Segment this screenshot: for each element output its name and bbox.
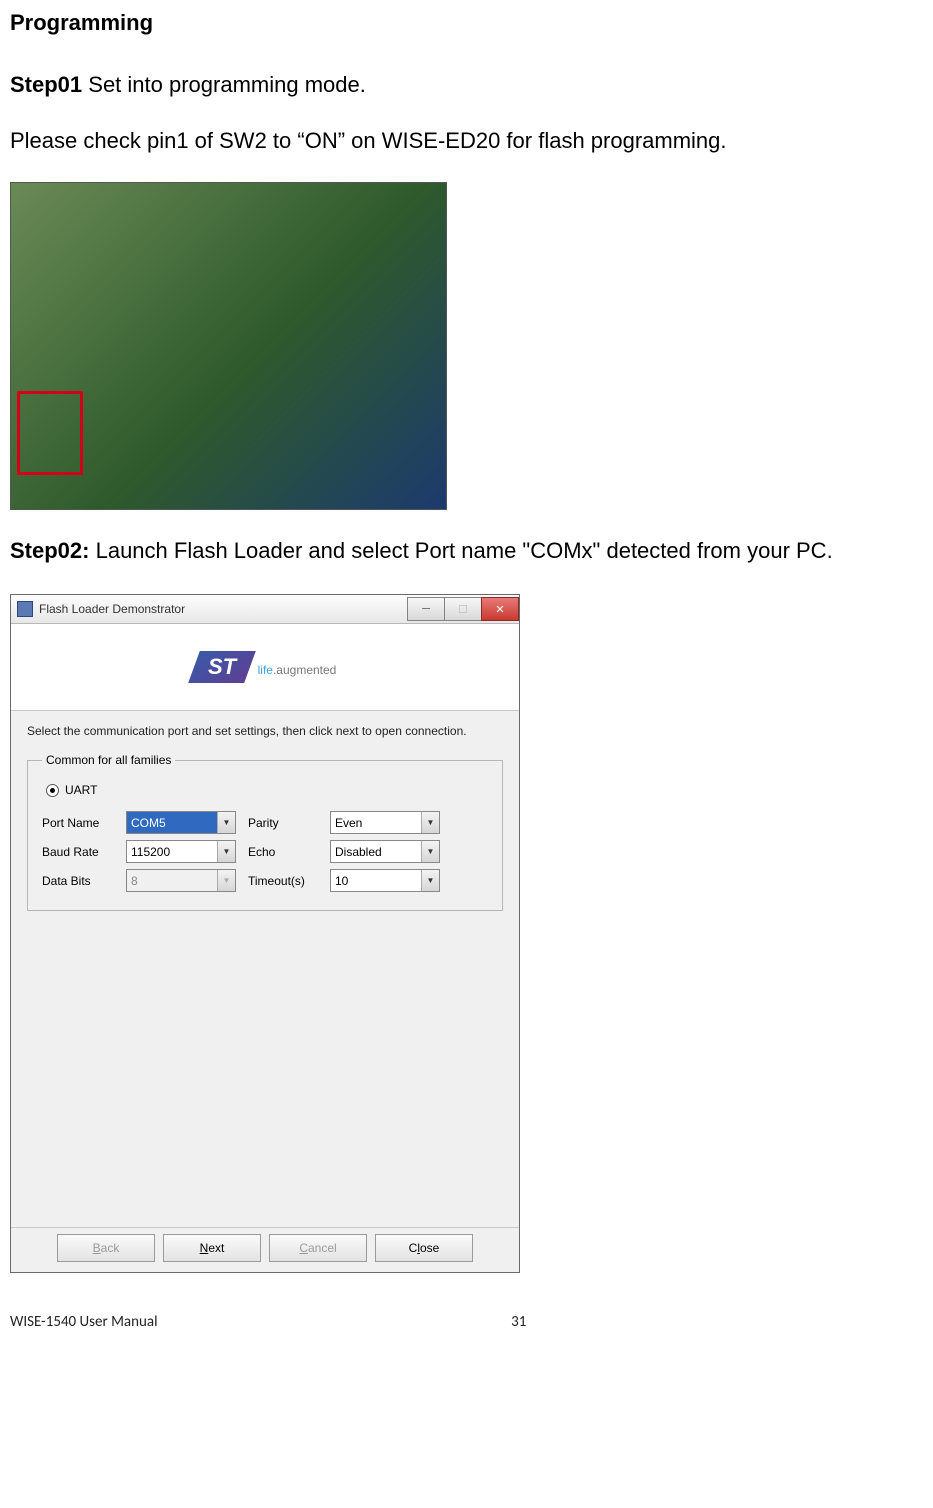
chevron-down-icon: ▼	[217, 841, 235, 862]
chevron-down-icon: ▼	[421, 870, 439, 891]
step01-label: Step01	[10, 72, 82, 97]
label-data-bits: Data Bits	[42, 874, 114, 888]
st-tagline: life.augmented	[258, 663, 337, 677]
next-button[interactable]: Next	[163, 1234, 261, 1262]
chevron-down-icon: ▼	[217, 870, 235, 891]
close-window-button[interactable]: ✕	[481, 597, 519, 621]
label-baud-rate: Baud Rate	[42, 845, 114, 859]
step01-text: Set into programming mode.	[82, 72, 366, 97]
window-title: Flash Loader Demonstrator	[39, 602, 408, 616]
step02-line: Step02: Launch Flash Loader and select P…	[10, 538, 923, 564]
footer-page-number: 31	[511, 1313, 526, 1331]
baud-rate-select[interactable]: 115200 ▼	[126, 840, 236, 863]
section-heading: Programming	[10, 10, 923, 36]
step02-label: Step02:	[10, 538, 89, 563]
data-bits-select: 8 ▼	[126, 869, 236, 892]
board-photo	[10, 182, 447, 510]
titlebar: Flash Loader Demonstrator ─ ☐ ✕	[11, 595, 519, 624]
close-button[interactable]: Close	[375, 1234, 473, 1262]
app-icon	[17, 601, 33, 617]
maximize-button: ☐	[444, 597, 482, 621]
radio-dot-icon	[46, 784, 59, 797]
fieldset-legend: Common for all families	[42, 753, 175, 767]
logo-area: ST life.augmented	[11, 624, 519, 711]
page-footer: WISE-1540 User Manual 31	[10, 1313, 880, 1331]
button-bar: Back Next Cancel Close	[11, 1227, 519, 1272]
label-port-name: Port Name	[42, 816, 114, 830]
echo-select[interactable]: Disabled ▼	[330, 840, 440, 863]
step01-line: Step01 Set into programming mode.	[10, 72, 923, 98]
parity-select[interactable]: Even ▼	[330, 811, 440, 834]
label-parity: Parity	[248, 816, 318, 830]
flash-loader-window: Flash Loader Demonstrator ─ ☐ ✕ ST life.…	[10, 594, 520, 1273]
footer-left: WISE-1540 User Manual	[10, 1313, 158, 1331]
back-button: Back	[57, 1234, 155, 1262]
st-logo-icon: ST	[188, 651, 256, 683]
label-timeout: Timeout(s)	[248, 874, 318, 888]
label-echo: Echo	[248, 845, 318, 859]
port-name-select[interactable]: COM5 ▼	[126, 811, 236, 834]
body-text-1: Please check pin1 of SW2 to “ON” on WISE…	[10, 128, 923, 154]
common-fieldset: Common for all families UART Port Name C…	[27, 753, 503, 911]
chevron-down-icon: ▼	[217, 812, 235, 833]
minimize-button[interactable]: ─	[407, 597, 445, 621]
uart-radio[interactable]: UART	[46, 783, 488, 797]
chevron-down-icon: ▼	[421, 812, 439, 833]
uart-label: UART	[65, 783, 97, 797]
sw2-highlight-box	[17, 391, 83, 475]
timeout-select[interactable]: 10 ▼	[330, 869, 440, 892]
cancel-button: Cancel	[269, 1234, 367, 1262]
chevron-down-icon: ▼	[421, 841, 439, 862]
instruction-text: Select the communication port and set se…	[27, 723, 503, 739]
step02-text: Launch Flash Loader and select Port name…	[89, 538, 832, 563]
